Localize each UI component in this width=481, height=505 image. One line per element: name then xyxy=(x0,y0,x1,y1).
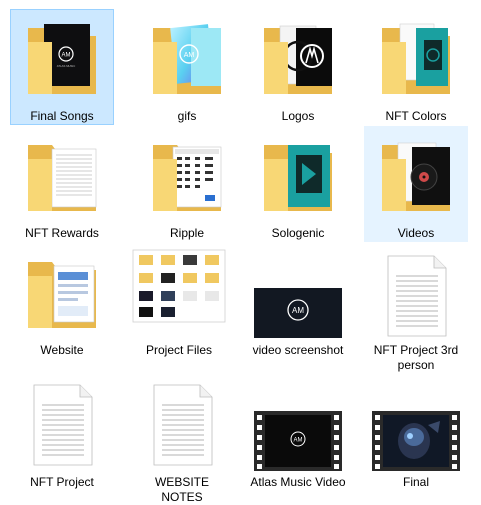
folder-final-songs[interactable]: AM ATLAS MUSIC Final Songs xyxy=(10,9,114,125)
svg-text:AM: AM xyxy=(184,52,195,59)
svg-text:ATLAS MUSIC: ATLAS MUSIC xyxy=(57,64,75,68)
file-explorer-large-icons-view: { "items": [ {"label": "Final Songs", "t… xyxy=(0,0,481,504)
folder-icon: AM ATLAS MUSIC xyxy=(11,14,113,110)
item-label: NFT Rewards xyxy=(25,226,99,240)
video-thumbnail: AM xyxy=(247,381,349,477)
folder-icon: AM xyxy=(136,14,238,110)
document-icon xyxy=(131,381,233,477)
item-label: Project Files xyxy=(145,343,213,357)
item-label: NFT Project 3rd person xyxy=(373,343,459,372)
folder-website[interactable]: Website xyxy=(10,243,114,373)
folder-icon xyxy=(11,248,113,344)
item-label: WEBSITE NOTES xyxy=(154,475,209,504)
item-label: Atlas Music Video xyxy=(250,475,346,489)
folder-icon xyxy=(11,131,113,227)
item-label: Sologenic xyxy=(271,226,325,240)
folder-videos[interactable]: Videos xyxy=(364,126,468,242)
item-label: Final Songs xyxy=(30,109,94,123)
document-icon xyxy=(365,248,467,344)
item-label: Logos xyxy=(281,109,315,123)
item-label: Videos xyxy=(397,226,435,240)
file-nft-project-3rd-person[interactable]: NFT Project 3rd person xyxy=(364,243,468,373)
item-label: Website xyxy=(40,343,84,357)
folder-gifs[interactable]: AM gifs xyxy=(135,9,239,125)
folder-logos[interactable]: Logos xyxy=(246,9,350,125)
folder-nft-colors[interactable]: NFT Colors xyxy=(364,9,468,125)
file-project-files[interactable]: Project Files xyxy=(122,243,236,373)
svg-text:AM: AM xyxy=(62,53,71,59)
folder-icon xyxy=(365,131,467,227)
folder-icon xyxy=(365,14,467,110)
folder-nft-rewards[interactable]: NFT Rewards xyxy=(10,126,114,242)
image-thumbnail: AM xyxy=(247,248,349,344)
item-label: video screenshot xyxy=(252,343,344,357)
file-atlas-music-video[interactable]: AM Atlas Music Video xyxy=(246,376,350,500)
item-label: gifs xyxy=(177,109,197,123)
svg-text:AM: AM xyxy=(292,306,304,315)
folder-icon xyxy=(247,131,349,227)
file-nft-project[interactable]: NFT Project xyxy=(10,376,114,494)
item-label: NFT Colors xyxy=(385,109,447,123)
item-label: NFT Project xyxy=(30,475,94,489)
document-icon xyxy=(11,381,113,477)
item-label: Final xyxy=(402,475,429,489)
folder-icon xyxy=(247,14,349,110)
file-video-screenshot[interactable]: AM video screenshot xyxy=(246,243,350,373)
svg-text:AM: AM xyxy=(294,438,303,444)
video-thumbnail xyxy=(365,381,467,477)
image-thumbnail xyxy=(123,248,235,344)
folder-ripple[interactable]: Ripple xyxy=(135,126,239,242)
folder-sologenic[interactable]: Sologenic xyxy=(246,126,350,242)
folder-icon xyxy=(136,131,238,227)
file-final[interactable]: Final xyxy=(364,376,468,494)
file-website-notes[interactable]: WEBSITE NOTES xyxy=(130,376,234,504)
item-label: Ripple xyxy=(169,226,205,240)
